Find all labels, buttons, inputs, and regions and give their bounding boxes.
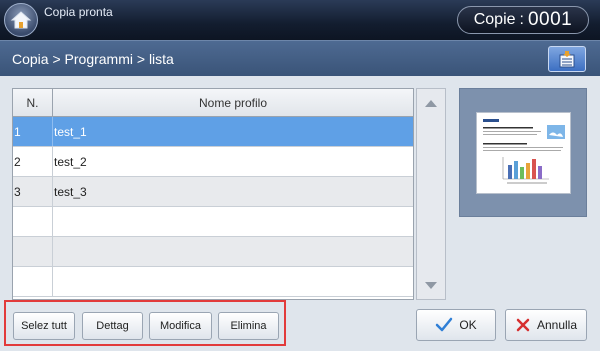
arrow-up-icon bbox=[425, 99, 437, 107]
cancel-button[interactable]: Annulla bbox=[505, 309, 587, 341]
column-header-name[interactable]: Nome profilo bbox=[53, 89, 413, 116]
row-profile-name: test_2 bbox=[54, 154, 87, 169]
list-settings-button[interactable] bbox=[548, 46, 586, 72]
counter-value: 0001 bbox=[527, 9, 573, 30]
profile-table: N. Nome profilo 1 test_1 2 test_2 3 test_3 bbox=[12, 88, 414, 300]
row-profile-name: test_3 bbox=[54, 184, 87, 199]
row-number bbox=[13, 207, 53, 236]
check-icon bbox=[436, 317, 453, 332]
table-row[interactable]: 1 test_1 bbox=[13, 117, 413, 147]
home-button[interactable] bbox=[4, 3, 38, 37]
row-number bbox=[13, 267, 53, 296]
row-number bbox=[13, 237, 53, 266]
preview-panel bbox=[459, 88, 587, 217]
row-profile-name: test_1 bbox=[54, 124, 87, 139]
details-button[interactable]: Dettag bbox=[82, 312, 143, 340]
list-settings-icon bbox=[559, 51, 575, 68]
scrollbar[interactable] bbox=[416, 88, 446, 300]
column-header-number[interactable]: N. bbox=[13, 89, 53, 116]
status-bar: Copia pronta Copie : 0001 bbox=[0, 0, 600, 40]
scroll-down-button[interactable] bbox=[419, 273, 443, 297]
table-row[interactable]: 2 test_2 bbox=[13, 147, 413, 177]
row-number: 3 bbox=[13, 177, 53, 206]
row-profile-name bbox=[53, 207, 413, 236]
table-row[interactable] bbox=[13, 237, 413, 267]
row-number: 1 bbox=[13, 117, 53, 146]
scroll-up-button[interactable] bbox=[419, 91, 443, 115]
document-thumbnail bbox=[475, 111, 571, 194]
table-header: N. Nome profilo bbox=[13, 89, 413, 117]
ok-button[interactable]: OK bbox=[416, 309, 496, 341]
arrow-down-icon bbox=[425, 281, 437, 289]
table-body: 1 test_1 2 test_2 3 test_3 bbox=[13, 117, 413, 297]
select-all-button[interactable]: Selez tutt bbox=[13, 312, 75, 340]
copies-counter: Copie : 0001 bbox=[457, 6, 589, 34]
row-profile-name bbox=[53, 267, 413, 296]
counter-label: Copie bbox=[473, 11, 516, 28]
breadcrumb: Copia > Programmi > lista bbox=[12, 51, 174, 67]
status-text: Copia pronta bbox=[44, 5, 113, 19]
home-icon bbox=[10, 11, 32, 29]
thumbnail-image bbox=[482, 118, 565, 184]
modify-button[interactable]: Modifica bbox=[149, 312, 212, 340]
table-row[interactable] bbox=[13, 267, 413, 297]
breadcrumb-bar: Copia > Programmi > lista bbox=[0, 40, 600, 76]
table-row[interactable]: 3 test_3 bbox=[13, 177, 413, 207]
ok-label: OK bbox=[459, 318, 477, 332]
x-icon bbox=[516, 318, 530, 332]
row-number: 2 bbox=[13, 147, 53, 176]
table-row[interactable] bbox=[13, 207, 413, 237]
delete-button[interactable]: Elimina bbox=[218, 312, 279, 340]
counter-separator: : bbox=[519, 11, 524, 28]
row-profile-name bbox=[53, 237, 413, 266]
cancel-label: Annulla bbox=[536, 318, 578, 332]
